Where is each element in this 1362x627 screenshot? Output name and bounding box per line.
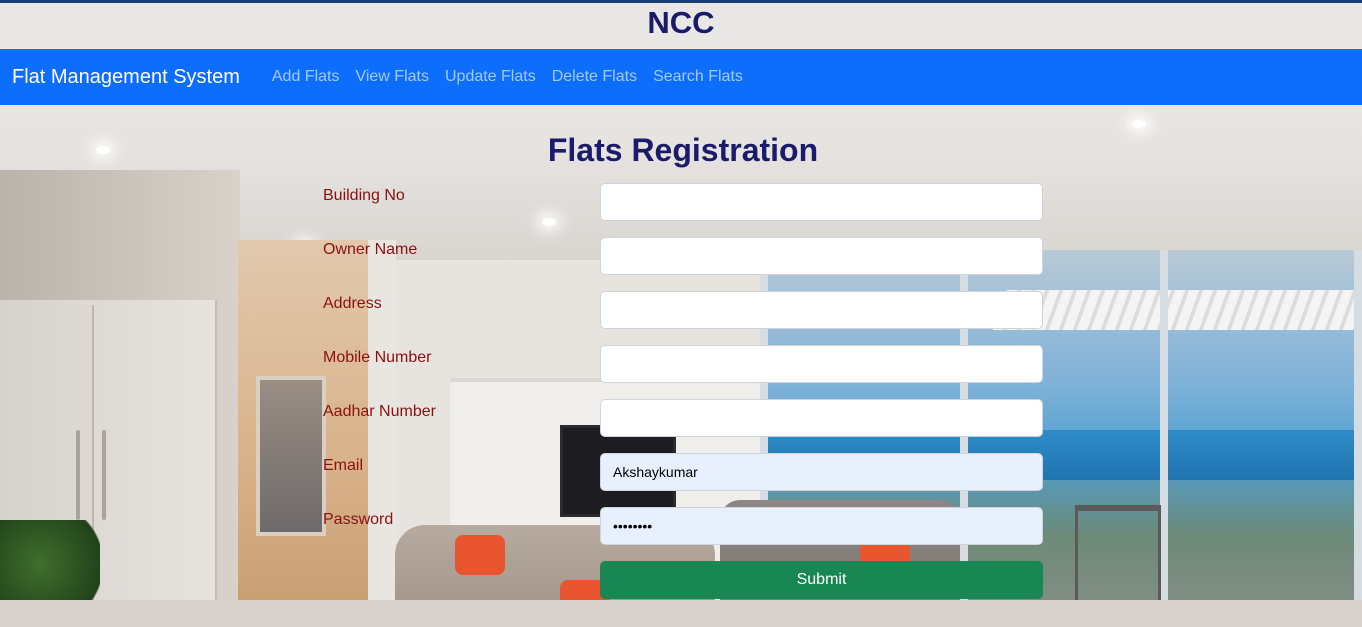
- owner-name-input[interactable]: [600, 237, 1043, 275]
- password-input[interactable]: [600, 507, 1043, 545]
- building-no-label: Building No: [323, 187, 405, 204]
- aadhar-number-input[interactable]: [600, 399, 1043, 437]
- building-no-input[interactable]: [600, 183, 1043, 221]
- mobile-number-input[interactable]: [600, 345, 1043, 383]
- mobile-number-label: Mobile Number: [323, 349, 432, 366]
- email-input[interactable]: [600, 453, 1043, 491]
- address-label: Address: [323, 295, 382, 312]
- owner-name-label: Owner Name: [323, 241, 418, 258]
- flats-registration-form: Building No Owner Name Address Mobile Nu…: [0, 0, 1362, 627]
- email-label: Email: [323, 457, 364, 474]
- aadhar-number-label: Aadhar Number: [323, 403, 436, 420]
- password-label: Password: [323, 511, 394, 528]
- submit-button[interactable]: Submit: [600, 561, 1043, 599]
- address-input[interactable]: [600, 291, 1043, 329]
